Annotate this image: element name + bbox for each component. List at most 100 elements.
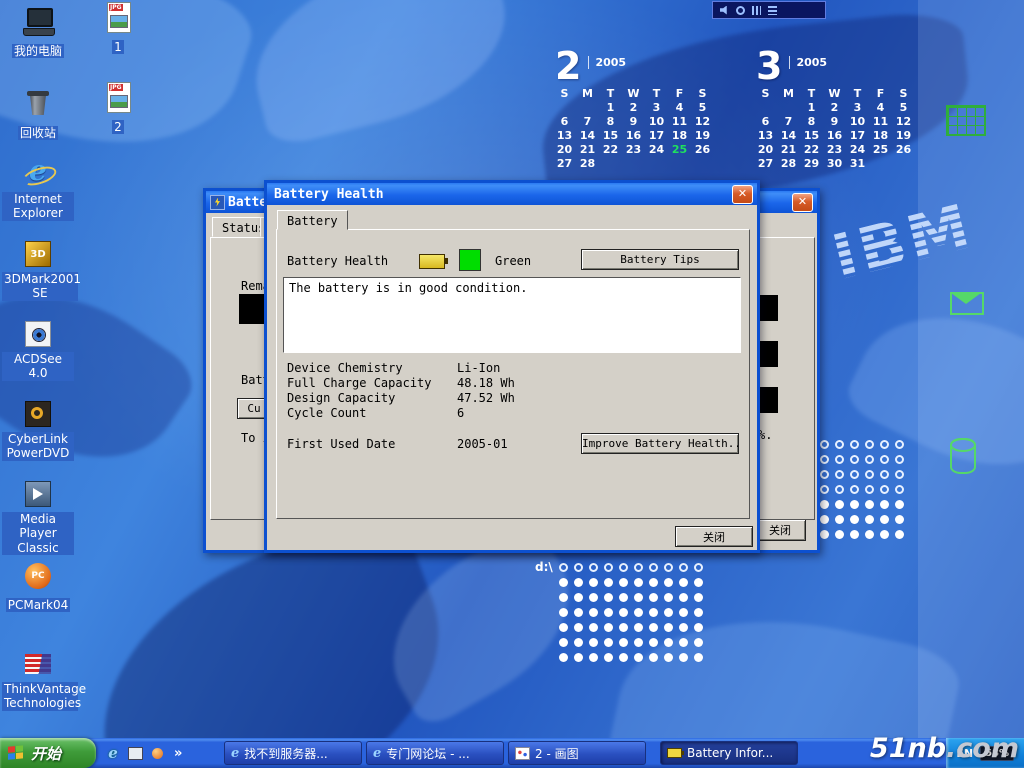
calendar-day-header: S — [553, 87, 576, 100]
dot — [880, 515, 889, 524]
close-button[interactable]: 关闭 — [754, 519, 806, 541]
desktop-icon-powerdvd[interactable]: CyberLink PowerDVD — [2, 398, 74, 461]
dot — [589, 638, 598, 647]
calendar-day: 30 — [823, 157, 846, 170]
desktop-icon-label: 1 — [112, 40, 124, 54]
calendar-day: 7 — [576, 115, 599, 128]
dot — [835, 455, 844, 464]
desktop-icon-jpg-2[interactable]: 2 — [94, 82, 142, 135]
toolbar-dot-icon[interactable] — [736, 6, 745, 15]
calendar-day-header: W — [823, 87, 846, 100]
calendar-day: 1 — [800, 101, 823, 114]
ibm-logo-text: IBM — [825, 189, 980, 294]
dot — [895, 485, 904, 494]
dot — [865, 500, 874, 509]
dot — [895, 470, 904, 479]
chevron-icon[interactable]: » — [174, 746, 182, 761]
desktop-icon-jpg-1[interactable]: 1 — [94, 2, 142, 55]
dot — [589, 593, 598, 602]
desktop-icon-label: 2 — [112, 120, 124, 134]
close-icon[interactable]: ✕ — [732, 185, 753, 204]
calendar-day: 25 — [869, 143, 892, 156]
dialog-titlebar[interactable]: Battery Health ✕ — [267, 183, 757, 205]
quick-launch-media-icon[interactable] — [148, 743, 166, 763]
internet-explorer-icon — [20, 158, 56, 190]
calendar-day: 15 — [800, 129, 823, 142]
toolbar-bars-icon[interactable] — [752, 6, 761, 15]
taskbar-task-battery-information[interactable]: Battery Infor... — [660, 741, 798, 765]
desktop-icon-acdsee[interactable]: ACDSee 4.0 — [2, 318, 74, 381]
calendar-day: 20 — [553, 143, 576, 156]
mini-toolbar[interactable] — [712, 1, 826, 19]
dot — [679, 623, 688, 632]
dot — [895, 455, 904, 464]
wallpaper-leaf — [236, 0, 525, 149]
dot — [694, 578, 703, 587]
calendar-day-header: S — [691, 87, 714, 100]
improve-battery-health-button[interactable]: Improve Battery Health... — [581, 433, 739, 454]
desktop-icon-recycle-bin[interactable]: 回收站 — [2, 88, 74, 141]
desktop-icon-thinkvantage[interactable]: ThinkVantage Technologies — [2, 648, 74, 711]
calendar-day: 13 — [754, 129, 777, 142]
taskbar-task-2[interactable]: e 专门网论坛 - ... — [366, 741, 504, 765]
desktop-icon-internet-explorer[interactable]: Internet Explorer — [2, 158, 74, 221]
dot — [694, 623, 703, 632]
field-label: Design Capacity — [287, 391, 395, 405]
toolbar-grid-icon[interactable] — [768, 6, 777, 15]
battery-health-dialog: Battery Health ✕ Battery Battery Health … — [264, 180, 760, 553]
desktop-icon-label: ACDSee 4.0 — [2, 352, 74, 381]
dot — [694, 608, 703, 617]
desktop-icon-pcmark04[interactable]: PCMark04 — [2, 560, 74, 613]
calendar-day: 26 — [691, 143, 714, 156]
speaker-icon[interactable] — [720, 6, 729, 15]
calendar-day: 19 — [691, 129, 714, 142]
dot — [694, 563, 703, 572]
start-label: 开始 — [31, 743, 61, 764]
calendar-day: 9 — [823, 115, 846, 128]
calendar-day: 4 — [668, 101, 691, 114]
close-button[interactable]: 关闭 — [675, 526, 753, 547]
dot — [619, 623, 628, 632]
taskbar-task-3[interactable]: 2 - 画图 — [508, 741, 646, 765]
dot — [865, 470, 874, 479]
calendar-day: 9 — [622, 115, 645, 128]
dot — [649, 623, 658, 632]
calendar-day: 19 — [892, 129, 915, 142]
taskbar-task-1[interactable]: e 找不到服务器... — [224, 741, 362, 765]
condition-textbox[interactable]: The battery is in good condition. — [283, 277, 741, 353]
desktop-icon-my-computer[interactable]: 我的电脑 — [2, 6, 74, 59]
dot — [820, 455, 829, 464]
quick-launch-bar: e » — [96, 738, 222, 768]
battery-tips-button[interactable]: Battery Tips — [581, 249, 739, 270]
dot — [880, 455, 889, 464]
calendar-day — [599, 157, 622, 170]
calendar-day: 17 — [846, 129, 869, 142]
close-icon[interactable]: ✕ — [792, 193, 813, 212]
calendar-day: 12 — [892, 115, 915, 128]
health-status-swatch — [459, 249, 481, 271]
calendar-day — [622, 157, 645, 170]
desktop-icon-media-player-classic[interactable]: Media Player Classic — [2, 478, 74, 556]
dot — [634, 578, 643, 587]
quick-launch-desktop-icon[interactable] — [126, 743, 144, 763]
dot — [589, 608, 598, 617]
dot — [604, 593, 613, 602]
calendar-year: 2005 — [588, 56, 626, 69]
desktop-icon-3dmark2001[interactable]: 3DMark2001 SE — [2, 238, 74, 301]
calendar-day — [553, 101, 576, 114]
calendar-day: 8 — [599, 115, 622, 128]
start-button[interactable]: 开始 — [0, 738, 96, 768]
calendar-day-header: M — [576, 87, 599, 100]
dot — [649, 638, 658, 647]
dot — [850, 470, 859, 479]
tab-battery[interactable]: Battery — [277, 210, 348, 230]
dot — [604, 638, 613, 647]
dot — [559, 608, 568, 617]
dot — [895, 515, 904, 524]
grid-table-icon — [946, 105, 986, 136]
quick-launch-ie-icon[interactable]: e — [104, 743, 122, 763]
calendar-day: 21 — [576, 143, 599, 156]
dot — [820, 440, 829, 449]
dot — [820, 515, 829, 524]
dot — [574, 623, 583, 632]
